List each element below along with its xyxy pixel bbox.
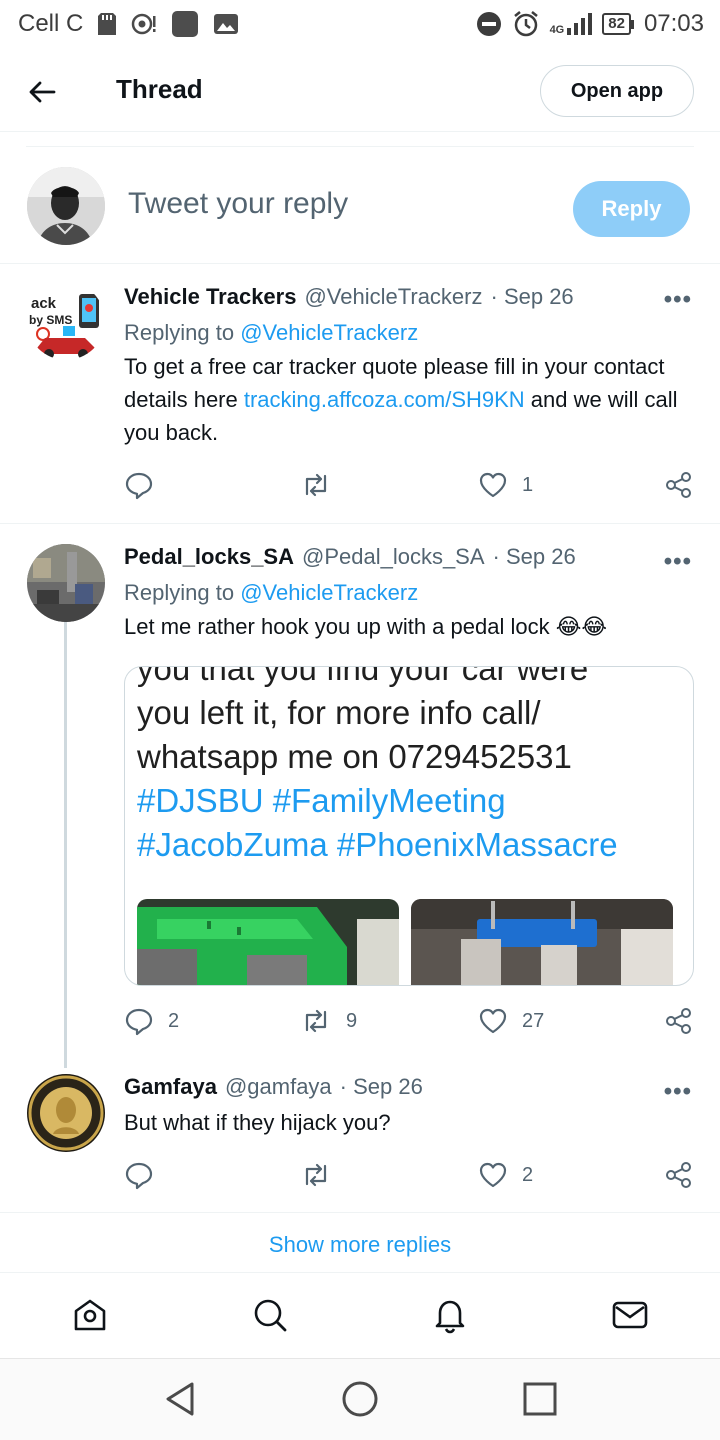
replying-to-link[interactable]: @VehicleTrackerz [240, 320, 418, 345]
tweet-text: Let me rather hook you up with a pedal l… [124, 614, 608, 639]
search-icon[interactable] [250, 1295, 290, 1335]
pedal-lock-blue-image[interactable] [411, 899, 673, 985]
system-navigation-bar [0, 1358, 720, 1440]
battery-indicator: 82 [602, 13, 634, 35]
replying-to-link[interactable]: @VehicleTrackerz [240, 580, 418, 605]
home-icon[interactable] [70, 1295, 110, 1335]
tweet-vehicle-trackers[interactable]: ack by SMS ••• Vehicle Trackers @Vehicle… [0, 264, 720, 524]
retweet-icon [305, 1163, 327, 1187]
author-name[interactable]: Vehicle Trackers [124, 284, 296, 310]
svg-text:ack: ack [31, 295, 57, 312]
like-action[interactable]: 1 [478, 470, 533, 500]
tweet-content: Vehicle Trackers @VehicleTrackerz · Sep … [124, 284, 694, 449]
hotspot-icon [132, 13, 156, 35]
author-name[interactable]: Gamfaya [124, 1074, 217, 1100]
pedal-lock-green-image[interactable] [137, 899, 399, 985]
open-app-button[interactable]: Open app [540, 65, 694, 117]
quoted-media-card[interactable]: you that you find your car were you left… [124, 666, 694, 986]
show-more-replies-link[interactable]: Show more replies [0, 1232, 720, 1258]
share-action[interactable] [664, 470, 694, 500]
status-bar: Cell C 4G 82 07:03 [0, 0, 720, 50]
do-not-disturb-icon [476, 12, 501, 36]
carrier-label: Cell C [18, 10, 84, 37]
bell-icon[interactable] [430, 1295, 470, 1335]
avatar[interactable] [27, 544, 105, 622]
share-action[interactable] [664, 1006, 694, 1036]
share-icon [666, 1162, 691, 1188]
heart-icon [479, 472, 507, 498]
comment-icon [125, 1008, 153, 1036]
like-action[interactable]: 2 [478, 1160, 533, 1190]
author-handle: @gamfaya [224, 1074, 332, 1099]
tweet-actions: 1 [124, 470, 694, 504]
author-handle: @Pedal_locks_SA [301, 544, 485, 569]
tweet-text: To get a free car tracker quote please f… [124, 354, 678, 445]
retweet-icon [305, 1009, 327, 1033]
thread-header: Thread Open app [0, 50, 720, 132]
retweet-icon [305, 473, 327, 497]
avatar[interactable]: ack by SMS [27, 282, 105, 360]
tweet-text: But what if they hijack you? [124, 1110, 391, 1135]
divider [0, 1212, 720, 1213]
reply-action[interactable] [124, 470, 168, 500]
tweet-date: · Sep 26 [492, 544, 576, 569]
mail-icon[interactable] [610, 1295, 650, 1335]
tweet-date: · Sep 26 [490, 284, 574, 309]
comment-icon [125, 472, 153, 500]
avatar[interactable] [27, 1074, 105, 1152]
clock: 07:03 [643, 10, 704, 37]
user-avatar[interactable] [27, 167, 105, 245]
back-arrow-icon[interactable] [22, 72, 62, 112]
retweet-action[interactable] [300, 1160, 346, 1190]
recents-square-icon[interactable] [520, 1379, 560, 1419]
sd-card-icon [98, 13, 117, 35]
reply-action[interactable]: 2 [124, 1006, 179, 1036]
tweet-actions: 2 [124, 1160, 694, 1194]
retweet-action[interactable] [300, 470, 346, 500]
replying-to: Replying to @VehicleTrackerz [124, 580, 419, 605]
page-title: Thread [116, 74, 203, 104]
tweet-link[interactable]: tracking.affcoza.com/SH9KN [244, 387, 525, 412]
heart-icon [479, 1008, 507, 1034]
signal-icon [567, 13, 593, 35]
author-handle: @VehicleTrackerz [304, 284, 483, 309]
app-notification-icon [172, 11, 199, 37]
reply-composer: Tweet your reply Reply [0, 147, 720, 264]
gallery-icon [214, 14, 239, 34]
reply-button[interactable]: Reply [573, 181, 690, 237]
share-action[interactable] [664, 1160, 694, 1190]
author-name[interactable]: Pedal_locks_SA [124, 544, 294, 570]
share-icon [666, 472, 691, 498]
replying-to: Replying to @VehicleTrackerz [124, 320, 419, 345]
card-text: you that you find your car were you left… [137, 666, 618, 863]
bottom-navigation [0, 1272, 720, 1358]
home-circle-icon[interactable] [340, 1379, 380, 1419]
tweet-pedal-locks[interactable]: ••• Pedal_locks_SA @Pedal_locks_SA · Sep… [0, 524, 720, 1054]
back-triangle-icon[interactable] [160, 1379, 200, 1419]
reply-action[interactable] [124, 1160, 168, 1190]
tweet-content: Gamfaya @gamfaya · Sep 26 But what if th… [124, 1074, 694, 1139]
tweet-actions: 2 9 27 [124, 1006, 694, 1040]
retweet-action[interactable]: 9 [300, 1006, 357, 1036]
svg-text:by SMS: by SMS [29, 313, 72, 327]
tweet-content: Pedal_locks_SA @Pedal_locks_SA · Sep 26 … [124, 544, 694, 643]
alarm-icon [513, 11, 538, 37]
heart-icon [479, 1162, 507, 1188]
comment-icon [125, 1162, 153, 1190]
tweet-date: · Sep 26 [339, 1074, 423, 1099]
tweet-gamfaya[interactable]: ••• Gamfaya @gamfaya · Sep 26 But what i… [0, 1054, 720, 1214]
like-action[interactable]: 27 [478, 1006, 544, 1036]
share-icon [666, 1008, 691, 1034]
network-type: 4G [549, 24, 565, 36]
reply-input[interactable]: Tweet your reply [128, 187, 348, 221]
